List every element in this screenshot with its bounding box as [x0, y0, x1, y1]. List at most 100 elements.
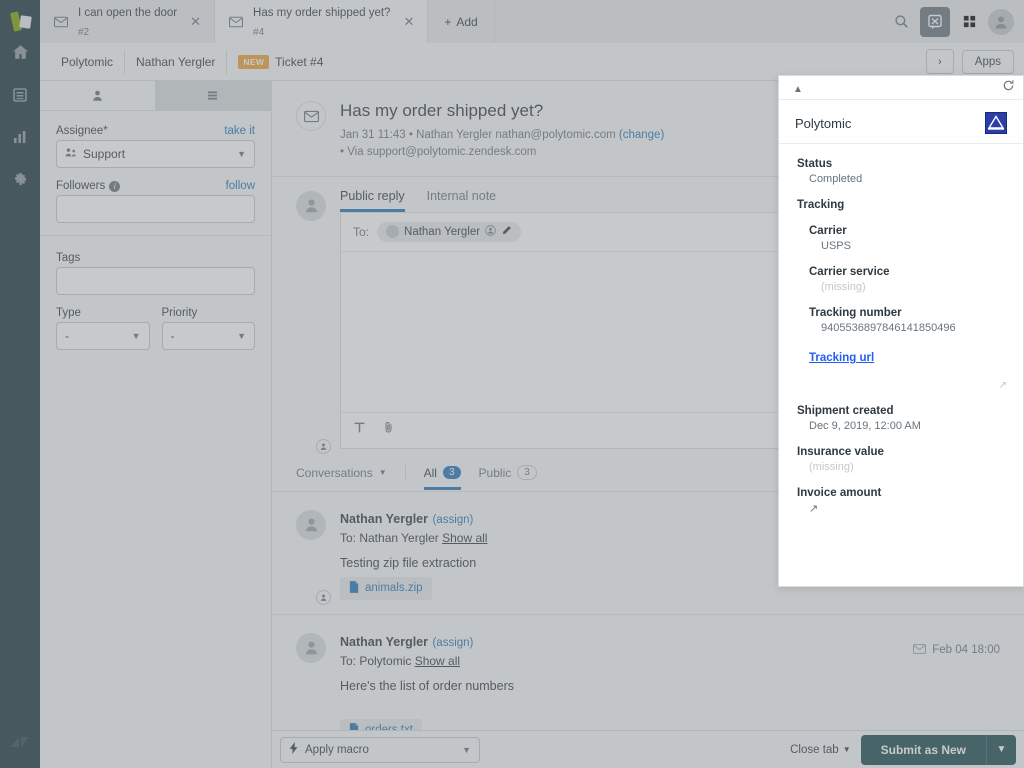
ticket-tab-1[interactable]: I can open the door #2 ✕: [40, 0, 216, 43]
avatar[interactable]: [988, 8, 1014, 35]
ticket-meta: Jan 31 11:43 • Nathan Yergler nathan@pol…: [340, 127, 664, 162]
home-icon: [12, 44, 29, 66]
comment-recipients: To: Nathan Yergler Show all: [340, 531, 487, 545]
nav-item-views[interactable]: [0, 76, 40, 118]
followers-label-text: Followers: [56, 180, 106, 192]
ticket-header-text: Has my order shipped yet? Jan 31 11:43 •…: [340, 101, 664, 162]
recipient-chip[interactable]: Nathan Yergler: [377, 221, 522, 242]
submit-button-group: Submit as New ▼: [860, 734, 1016, 765]
tab-public-reply[interactable]: Public reply: [340, 177, 405, 212]
attachment-icon[interactable]: [382, 421, 395, 439]
field-insurance-value: Insurance value (missing): [797, 446, 1007, 473]
app-panel-body: Status Completed Tracking Carrier USPS C…: [779, 144, 1023, 586]
page-title: Has my order shipped yet?: [340, 101, 544, 120]
assign-link[interactable]: (assign): [432, 637, 473, 649]
file-icon: [349, 580, 359, 596]
group-icon: [65, 147, 77, 161]
field-value: 9405536897846141850496: [821, 322, 956, 334]
next-ticket-button[interactable]: ›: [925, 49, 954, 74]
tab-user[interactable]: [40, 81, 156, 110]
type-field: Type - ▼: [56, 307, 150, 362]
show-all-link[interactable]: Show all: [415, 654, 460, 668]
field-tracking-group: Tracking: [797, 199, 1007, 211]
comment-author: Nathan Yergler: [340, 634, 429, 649]
breadcrumb-item-ticket[interactable]: NEW Ticket #4: [227, 50, 334, 74]
tab-internal-note[interactable]: Internal note: [427, 177, 497, 212]
nav-item-admin[interactable]: [0, 160, 40, 202]
to-label: To:: [353, 224, 370, 239]
assign-link[interactable]: (assign): [432, 514, 473, 526]
nav-item-reporting[interactable]: [0, 118, 40, 160]
search-icon[interactable]: [886, 7, 916, 37]
ticket-meta-line1: Jan 31 11:43 • Nathan Yergler nathan@pol…: [340, 129, 616, 141]
breadcrumb-item-org[interactable]: Polytomic: [50, 49, 126, 74]
tab-properties[interactable]: [155, 81, 271, 110]
divider: [40, 235, 271, 236]
ticket-tab-2[interactable]: Has my order shipped yet? #4 ✕: [215, 0, 429, 43]
tags-input[interactable]: [56, 267, 255, 295]
nav-item-home[interactable]: [0, 34, 40, 76]
submit-as-new-button[interactable]: Submit as New: [860, 734, 986, 765]
apps-grid-icon[interactable]: [954, 7, 984, 37]
mail-icon: [913, 643, 927, 657]
breadcrumb: Polytomic Nathan Yergler NEW Ticket #4: [50, 49, 334, 74]
agent-badge-icon: [316, 438, 331, 454]
assignee-select[interactable]: Support ▼: [56, 140, 255, 168]
chevron-up-icon[interactable]: ▲: [793, 84, 803, 95]
assignee-value: Support: [83, 147, 126, 161]
tracking-url-link[interactable]: Tracking url: [809, 352, 874, 364]
chevron-down-icon: ▼: [131, 331, 141, 341]
filter-public[interactable]: Public 3: [479, 465, 537, 490]
left-nav-rail: [0, 0, 40, 768]
close-tab-button[interactable]: Close tab ▼: [790, 744, 851, 756]
attachment-chip[interactable]: animals.zip: [340, 576, 432, 600]
type-label: Type: [56, 307, 81, 319]
close-icon[interactable]: ✕: [400, 14, 417, 30]
take-it-link[interactable]: take it: [224, 125, 255, 137]
followers-input[interactable]: [56, 195, 255, 223]
field-value: Dec 9, 2019, 12:00 AM: [809, 420, 921, 432]
filter-all-label: All: [423, 465, 437, 480]
avatar: [386, 225, 400, 238]
refresh-icon[interactable]: [1002, 79, 1015, 97]
edit-pencil-icon[interactable]: [501, 225, 512, 239]
ticket-properties-sidebar: Assignee* take it Support ▼ Followers i …: [40, 81, 272, 768]
breadcrumb-item-user[interactable]: Nathan Yergler: [125, 49, 228, 74]
type-select[interactable]: - ▼: [56, 322, 150, 350]
field-carrier-service: Carrier service (missing): [797, 266, 1007, 293]
show-all-link[interactable]: Show all: [442, 531, 487, 545]
conversations-dropdown[interactable]: Conversations ▼: [296, 466, 387, 490]
close-tab-label: Close tab: [790, 743, 839, 756]
mail-icon: [229, 15, 244, 29]
chevron-down-icon: ▼: [378, 468, 387, 477]
comment-avatar-wrap: [296, 632, 331, 747]
priority-select[interactable]: - ▼: [161, 322, 255, 350]
filter-all[interactable]: All 3: [424, 466, 461, 490]
info-icon[interactable]: i: [109, 180, 121, 192]
zendesk-product-logo-icon[interactable]: [8, 10, 32, 34]
apply-macro-select[interactable]: Apply macro ▼: [280, 736, 480, 763]
field-carrier: Carrier USPS: [797, 225, 1007, 252]
chevron-down-icon: ▼: [462, 744, 471, 755]
follow-link[interactable]: follow: [226, 180, 255, 192]
text-format-icon[interactable]: [353, 421, 366, 439]
mail-icon: [296, 101, 326, 131]
filter-all-count: 3: [442, 466, 461, 479]
chat-close-icon[interactable]: [920, 6, 950, 37]
add-tab-button[interactable]: + Add: [428, 0, 495, 43]
apps-button[interactable]: Apps: [961, 49, 1014, 74]
zendesk-agent-window: I can open the door #2 ✕ Has my order sh…: [0, 0, 1024, 768]
assignee-row: Assignee* take it: [56, 125, 255, 137]
field-value: (missing): [809, 461, 854, 473]
change-requester-link[interactable]: (change): [619, 129, 664, 141]
lightning-icon: [289, 742, 299, 757]
assignee-label: Assignee*: [56, 125, 108, 137]
tab-number: #4: [253, 26, 265, 38]
submit-options-button[interactable]: ▼: [986, 734, 1016, 765]
priority-label: Priority: [161, 307, 198, 319]
chevron-down-icon: ▼: [237, 149, 246, 159]
field-value: (missing): [821, 281, 866, 293]
close-icon[interactable]: ✕: [187, 14, 204, 30]
field-key: Insurance value: [797, 446, 884, 458]
gear-icon: [12, 171, 28, 192]
